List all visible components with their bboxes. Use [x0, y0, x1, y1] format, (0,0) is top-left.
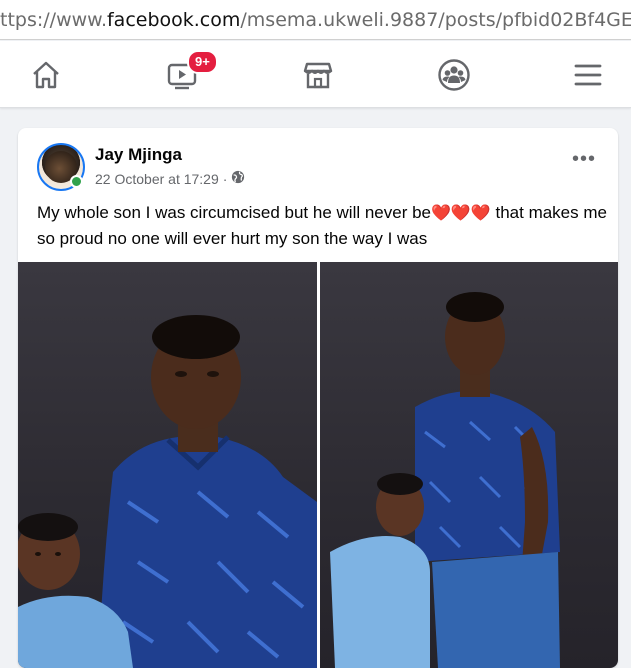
post-meta: 22 October at 17:29 ·	[95, 170, 245, 187]
meta-separator: ·	[222, 170, 228, 187]
url-path: /msema.ukweli.9887/posts/pfbid02Bf4GEKox	[240, 9, 631, 31]
url-host: facebook.com	[106, 9, 241, 31]
address-bar[interactable]: ttps://www.facebook.com/msema.ukweli.988…	[0, 0, 631, 40]
heart-emojis: ❤️❤️❤️	[431, 205, 491, 222]
home-icon[interactable]	[26, 55, 66, 95]
post-author[interactable]: Jay Mjinga	[95, 145, 182, 165]
photo-grid	[18, 262, 618, 668]
globe-icon	[231, 170, 245, 187]
post-photo-2[interactable]	[319, 262, 618, 668]
post-timestamp[interactable]: 22 October at 17:29	[95, 171, 219, 187]
online-status-dot	[70, 175, 83, 188]
groups-icon[interactable]	[434, 55, 474, 95]
notification-badge: 9+	[187, 50, 218, 74]
url-prefix: ttps://www.	[0, 9, 107, 31]
post-text-start: My whole son I was circumcised but he wi…	[37, 203, 431, 222]
post-photo-1[interactable]	[18, 262, 317, 668]
post-text: My whole son I was circumcised but he wi…	[37, 200, 607, 251]
top-navigation: 9+	[0, 41, 631, 108]
menu-icon[interactable]	[568, 55, 608, 95]
marketplace-icon[interactable]	[298, 55, 338, 95]
post-card: Jay Mjinga 22 October at 17:29 · ••• My …	[18, 128, 618, 668]
more-options-button[interactable]: •••	[572, 149, 596, 169]
